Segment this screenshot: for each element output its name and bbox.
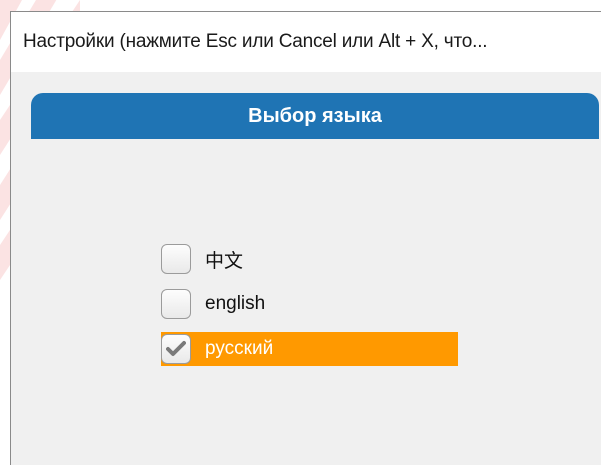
settings-window: Настройки (нажмите Esc или Cancel или Al… (10, 11, 601, 465)
language-label: english (205, 293, 266, 314)
language-panel-title: Выбор языка (248, 104, 382, 127)
window-title: Настройки (нажмите Esc или Cancel или Al… (23, 31, 488, 52)
language-checkbox[interactable] (161, 289, 191, 319)
language-checkbox[interactable] (161, 244, 191, 274)
window-titlebar[interactable]: Настройки (нажмите Esc или Cancel или Al… (11, 12, 601, 72)
language-list: 中文 english русский (161, 242, 458, 377)
language-option-chinese[interactable]: 中文 (161, 242, 458, 276)
language-option-english[interactable]: english (161, 287, 458, 321)
language-checkbox-checked[interactable] (161, 334, 191, 364)
language-panel-header: Выбор языка (31, 93, 599, 139)
language-label: 中文 (205, 250, 244, 272)
check-icon (166, 341, 186, 356)
language-option-russian[interactable]: русский (161, 332, 458, 366)
screen: Настройки (нажмите Esc или Cancel или Al… (0, 0, 601, 465)
language-label: русский (205, 338, 274, 359)
